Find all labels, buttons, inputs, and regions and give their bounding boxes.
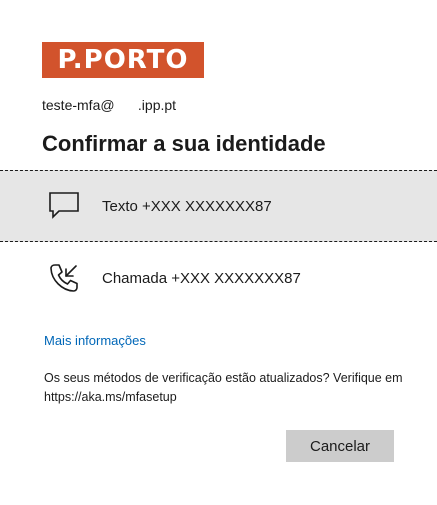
page-title: Confirmar a sua identidade (42, 131, 326, 156)
option-phone-call[interactable]: Chamada +XXX XXXXXXX87 (0, 242, 437, 314)
verification-notice: Os seus métodos de verificação estão atu… (44, 371, 403, 404)
option-call-label: Chamada +XXX XXXXXXX87 (102, 269, 301, 287)
pporto-logo: P.PORTO (42, 42, 204, 78)
cancel-button[interactable]: Cancelar (286, 430, 394, 462)
user-identifier: teste-mfa@ .ipp.pt (42, 97, 177, 113)
chat-bubble-icon (46, 188, 82, 224)
option-text-label: Texto +XXX XXXXXXX87 (102, 197, 272, 215)
phone-call-icon (46, 260, 82, 296)
more-info-link[interactable]: Mais informações (44, 333, 146, 348)
option-text-message[interactable]: Texto +XXX XXXXXXX87 (0, 170, 437, 242)
